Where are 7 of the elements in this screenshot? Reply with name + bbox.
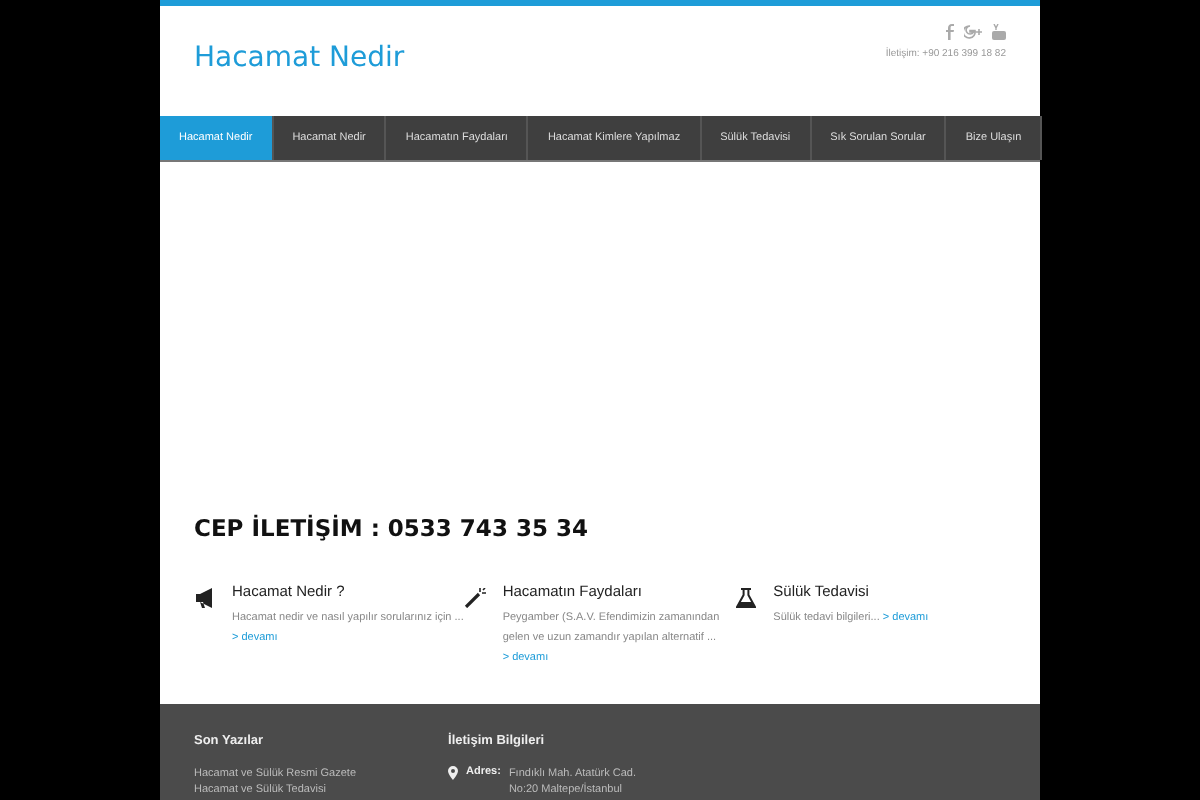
facebook-icon[interactable]: [946, 24, 954, 40]
flask-icon: [735, 588, 756, 608]
location-pin-icon: [448, 766, 459, 780]
megaphone-icon: [194, 588, 218, 608]
magic-wand-icon: [464, 588, 487, 608]
phone-headline: CEP İLETİŞİM : 0533 743 35 34: [194, 514, 590, 542]
google-plus-icon[interactable]: [964, 24, 982, 40]
